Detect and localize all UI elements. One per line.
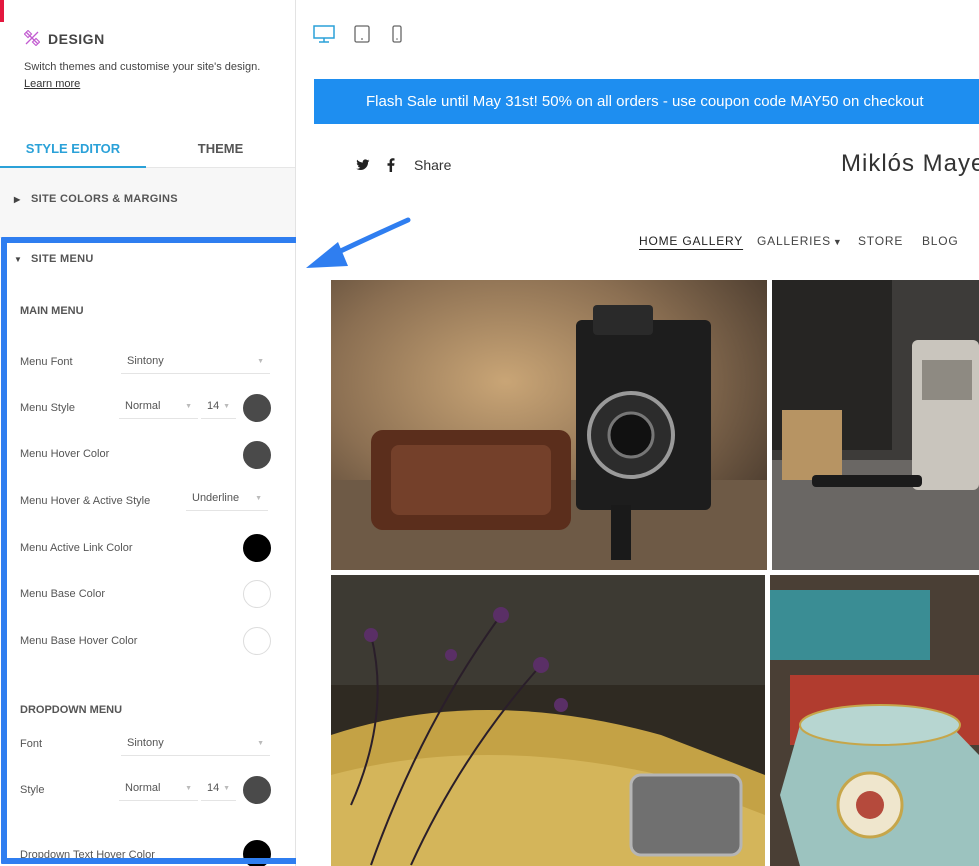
site-menu-highlight-box [1,237,302,864]
site-title[interactable]: Miklós Mayer [841,150,979,178]
tablet-icon[interactable] [354,25,370,43]
caret-down-icon: ▼ [832,237,843,247]
panel-description: Switch themes and customise your site's … [24,61,261,73]
flash-sale-banner[interactable]: Flash Sale until May 31st! 50% on all or… [314,79,979,124]
mobile-icon[interactable] [391,25,403,43]
nav-galleries-label: GALLERIES [757,234,831,248]
gallery-photo-vintage-radio[interactable] [772,280,979,570]
gallery-photo-vintage-camera[interactable] [331,280,767,570]
tab-style-editor[interactable]: STYLE EDITOR [0,141,146,156]
learn-more-link[interactable]: Learn more [24,78,80,90]
caret-right-icon: ▶ [14,195,21,204]
design-icon [24,30,40,46]
nav-blog[interactable]: BLOG [922,234,959,248]
nav-store[interactable]: STORE [858,234,903,248]
panel-title: DESIGN [48,31,105,47]
section-site-colors[interactable]: ▶ SITE COLORS & MARGINS [14,193,178,205]
facebook-icon[interactable] [387,158,395,172]
gallery-photo-vintage-tins[interactable] [770,575,979,866]
share-link[interactable]: Share [414,157,451,173]
panel-tabs: STYLE EDITOR THEME [0,130,295,168]
tab-theme[interactable]: THEME [146,141,295,156]
nav-galleries[interactable]: GALLERIES ▼ [757,234,843,248]
gallery-photo-vintage-car[interactable] [331,575,765,866]
pointer-arrow-icon [306,217,411,268]
twitter-icon[interactable] [356,159,370,171]
nav-home-gallery[interactable]: HOME GALLERY [639,234,743,248]
section-site-colors-label: SITE COLORS & MARGINS [31,193,178,205]
red-edge-marker [0,0,4,22]
site-preview: Flash Sale until May 31st! 50% on all or… [296,0,979,866]
desktop-icon[interactable] [313,25,335,43]
